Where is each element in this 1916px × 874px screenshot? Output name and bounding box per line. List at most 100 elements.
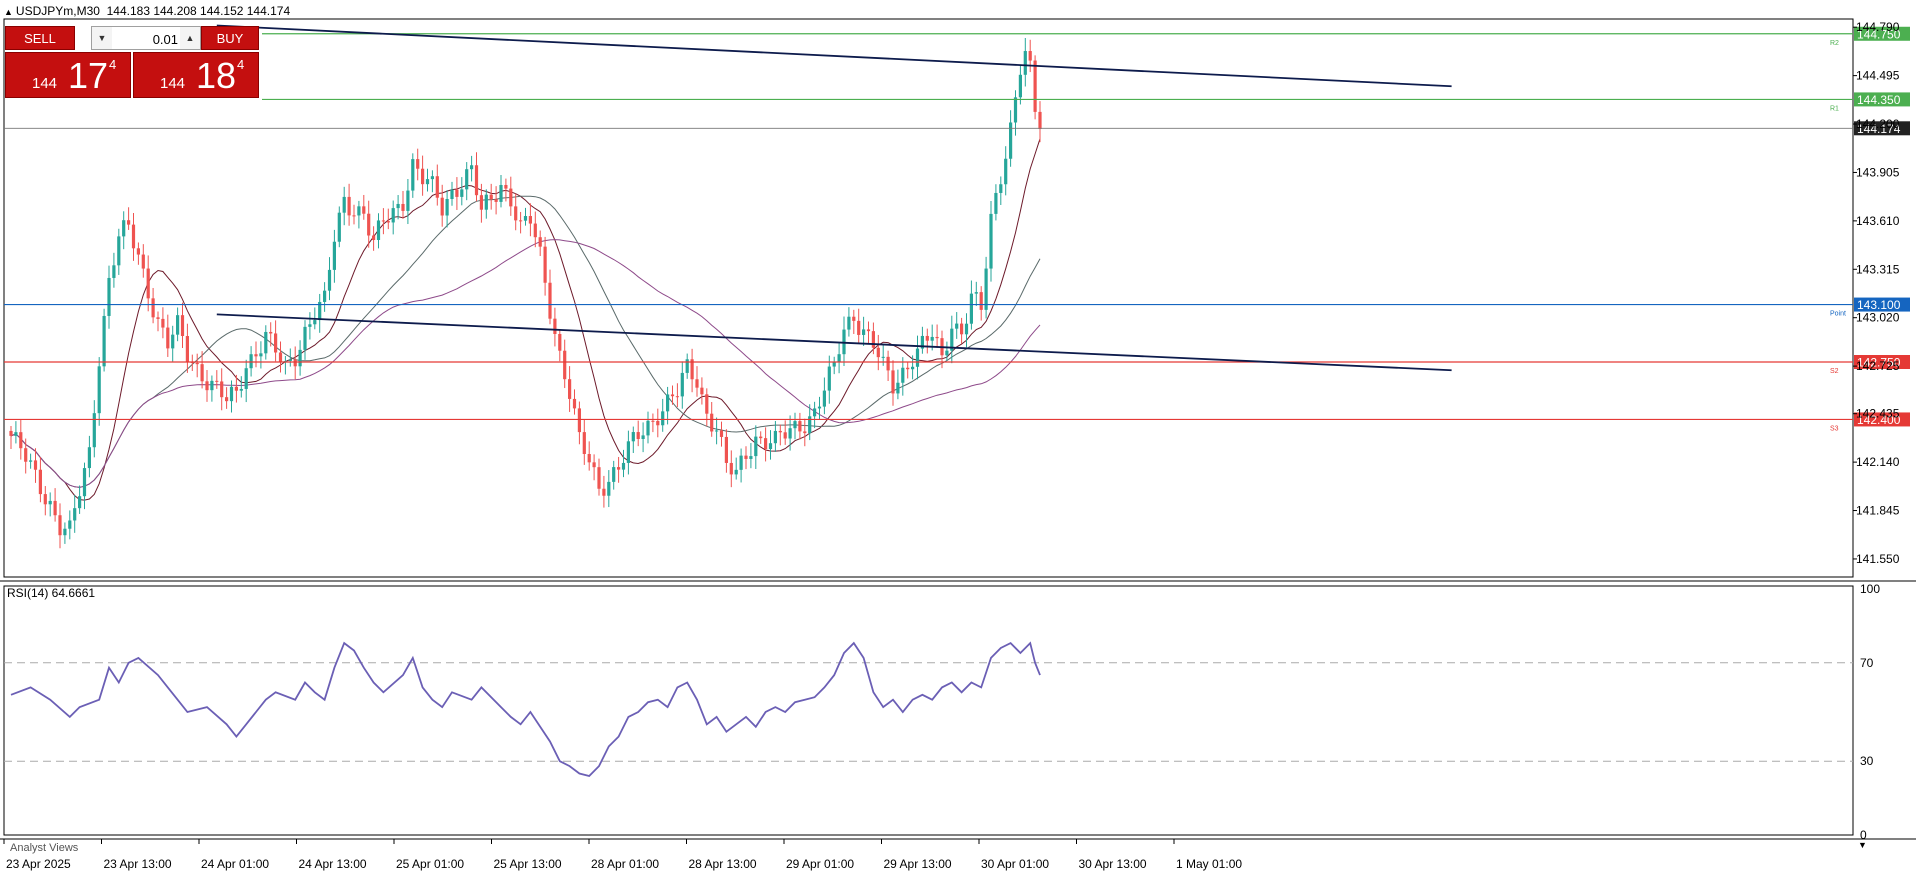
candle-body — [719, 430, 724, 437]
candle-body — [43, 494, 47, 505]
candle-body — [612, 467, 616, 482]
candle-body — [38, 469, 42, 495]
price-tick-label: 144.495 — [1856, 69, 1900, 83]
candle-body — [298, 349, 302, 367]
chart-canvas[interactable]: R2144.750R1144.350144.174Point143.100S21… — [0, 0, 1916, 874]
ma-fast-line — [10, 138, 1041, 501]
candle-body — [964, 323, 969, 335]
candle-body — [636, 432, 640, 440]
candle-body — [200, 364, 204, 382]
candle-body — [670, 394, 675, 397]
candle-body — [881, 356, 885, 358]
symbol-label: USDJPYm,M30 — [15, 4, 100, 18]
candle-body — [499, 184, 503, 202]
candle-body — [509, 188, 513, 207]
candle-body — [470, 165, 474, 170]
candle-body — [195, 362, 199, 365]
lot-increase-icon[interactable]: ▲ — [180, 27, 200, 49]
candle-body — [166, 327, 170, 349]
candle-body — [63, 528, 67, 536]
candle-body — [357, 206, 361, 216]
candle-body — [685, 359, 689, 373]
candle-body — [92, 413, 96, 448]
sell-price-button[interactable]: 144 17 4 — [5, 52, 131, 98]
candle-body — [960, 323, 964, 335]
candle-body — [813, 408, 817, 417]
candle-body — [215, 380, 219, 382]
sell-price-small: 144 — [32, 75, 58, 92]
ma-mid-line — [10, 195, 1041, 488]
candle-body — [455, 189, 459, 197]
candle-body — [651, 420, 655, 422]
scroll-down-icon: ▼ — [1858, 840, 1867, 850]
candle-body — [234, 386, 238, 391]
candle-body — [553, 318, 557, 334]
rsi-axis-label: 30 — [1860, 754, 1874, 768]
candle-body — [778, 430, 782, 433]
candle-body — [479, 195, 483, 210]
candle-body — [533, 223, 537, 238]
candle-body — [666, 394, 670, 412]
lot-decrease-icon[interactable]: ▼ — [92, 27, 112, 49]
candle-body — [484, 194, 488, 210]
buy-button[interactable]: BUY — [201, 26, 259, 50]
candle-body — [558, 333, 562, 351]
candle-body — [19, 432, 23, 449]
candle-body — [582, 432, 586, 454]
candle-body — [220, 381, 224, 398]
time-tick-label: 25 Apr 01:00 — [396, 857, 464, 871]
ma-slow-line — [10, 239, 1041, 488]
candle-body — [176, 315, 180, 335]
price-tick-label: 142.725 — [1856, 359, 1900, 373]
candle-body — [572, 398, 577, 409]
collapse-triangle-icon[interactable]: ▲ — [4, 7, 13, 17]
candle-body — [661, 411, 665, 426]
candle-body — [68, 520, 72, 529]
price-tick-label: 144.200 — [1856, 117, 1900, 131]
lot-size-input[interactable] — [114, 29, 180, 49]
level-tag: S3 — [1830, 425, 1839, 432]
candle-body — [906, 367, 910, 370]
candle-body — [1028, 51, 1032, 61]
candle-body — [597, 467, 601, 489]
buy-price-button[interactable]: 144 18 4 — [133, 52, 259, 98]
candle-body — [337, 212, 341, 242]
candle-body — [494, 199, 498, 202]
candle-body — [117, 236, 121, 266]
candle-body — [259, 353, 263, 357]
candle-body — [342, 196, 346, 213]
candle-body — [303, 326, 307, 350]
candle-body — [788, 428, 792, 439]
rsi-indicator-label: RSI(14) 64.6661 — [7, 586, 96, 600]
candle-body — [715, 430, 719, 432]
candle-body — [239, 388, 243, 391]
candle-body — [847, 316, 851, 330]
candle-body — [994, 192, 998, 214]
candle-body — [808, 416, 812, 434]
candle-body — [563, 350, 567, 380]
rsi-axis-label: 70 — [1860, 656, 1874, 670]
candle-body — [136, 248, 140, 255]
candle-body — [925, 335, 929, 341]
ohlc-readout: 144.183 144.208 144.152 144.174 — [106, 4, 291, 18]
candle-body — [440, 197, 444, 216]
time-tick-label: 29 Apr 01:00 — [786, 857, 854, 871]
candle-body — [852, 316, 856, 321]
candle-body — [381, 220, 385, 222]
candle-body — [14, 432, 18, 436]
candle-body — [1004, 158, 1008, 185]
candle-body — [352, 215, 356, 217]
price-panel-frame — [3, 18, 1854, 578]
candle-body — [759, 436, 763, 439]
candle-body — [773, 430, 777, 444]
sell-button[interactable]: SELL — [5, 26, 75, 50]
sell-price-sup: 4 — [109, 57, 117, 72]
candle-body — [367, 213, 371, 236]
candle-body — [156, 317, 160, 319]
candle-body — [332, 241, 336, 270]
lot-size-stepper[interactable]: ▼ ▲ — [91, 26, 201, 50]
candle-body — [1033, 60, 1037, 112]
analyst-views-label[interactable]: Analyst Views — [10, 842, 78, 854]
candle-body — [749, 456, 753, 459]
candle-body — [460, 189, 464, 197]
